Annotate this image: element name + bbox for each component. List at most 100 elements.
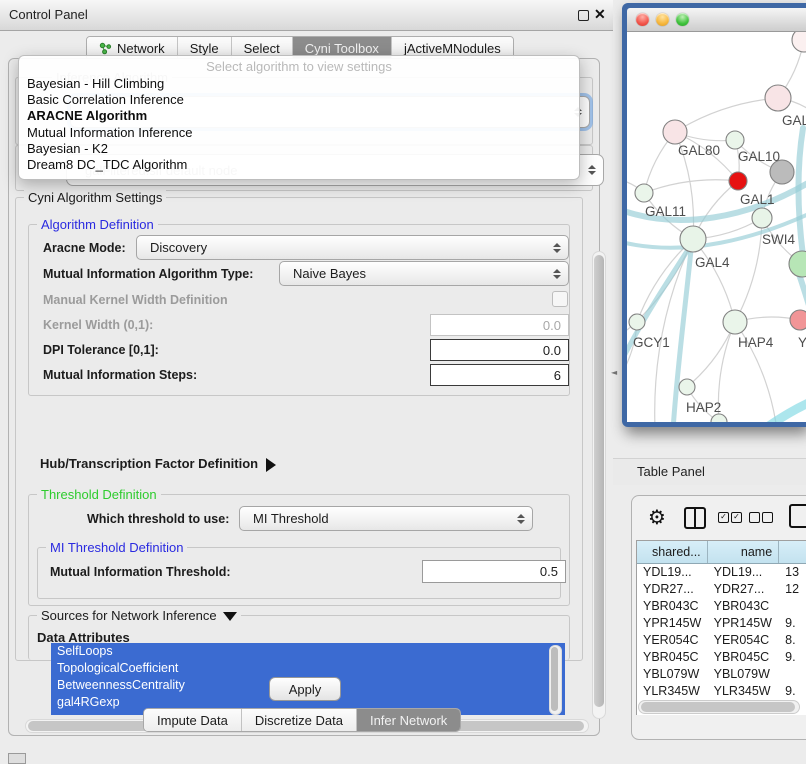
scrollbar-thumb[interactable] xyxy=(641,702,795,712)
dropdown-item[interactable]: Basic Correlation Inference xyxy=(19,92,579,108)
network-node-GAL[interactable] xyxy=(765,85,791,111)
mi-type-combo[interactable]: Naive Bayes xyxy=(279,261,569,286)
table-cell[interactable]: YLR345W xyxy=(637,683,708,700)
table-cell[interactable]: YPR145W xyxy=(637,615,708,632)
table-cell[interactable]: 8. xyxy=(779,632,806,649)
table-cell[interactable] xyxy=(779,666,806,683)
table-cell[interactable]: YBR043C xyxy=(708,598,780,615)
mi-threshold-field[interactable]: 0.5 xyxy=(422,560,566,583)
dropdown-item[interactable]: Dream8 DC_TDC Algorithm xyxy=(19,157,579,173)
table-row[interactable]: YBR045CYBR045C9. xyxy=(637,649,806,666)
float-window-icon[interactable] xyxy=(578,10,589,21)
dropdown-item[interactable]: Bayesian - K2 xyxy=(19,141,579,157)
gear-icon[interactable]: ⚙ xyxy=(648,505,666,529)
dropdown-item[interactable]: Bayesian - Hill Climbing xyxy=(19,76,579,92)
tab-impute-data[interactable]: Impute Data xyxy=(144,709,242,731)
mi-steps-field[interactable]: 6 xyxy=(430,364,569,386)
network-edge-highlighted[interactable] xyxy=(799,128,805,270)
table-cell[interactable]: YDL19... xyxy=(708,564,780,581)
network-node-GAL1[interactable] xyxy=(752,208,772,228)
table-horizontal-scrollbar[interactable] xyxy=(638,700,800,714)
network-node-GAL11[interactable] xyxy=(635,184,653,202)
table-cell[interactable]: YPR145W xyxy=(708,615,780,632)
table-cell[interactable] xyxy=(779,598,806,615)
column-header-partial[interactable] xyxy=(779,541,806,563)
network-node-SWI4[interactable] xyxy=(789,251,806,277)
network-edge-highlighted[interactable] xyxy=(673,250,691,422)
network-edge[interactable] xyxy=(675,98,778,132)
close-traffic-light[interactable] xyxy=(636,13,649,26)
table-cell[interactable]: 13 xyxy=(779,564,806,581)
table-cell[interactable]: YDL19... xyxy=(637,564,708,581)
minimize-traffic-light[interactable] xyxy=(656,13,669,26)
network-node-HAP2[interactable] xyxy=(679,379,695,395)
network-node-GCY1[interactable] xyxy=(629,314,645,330)
network-node[interactable] xyxy=(729,172,747,190)
tab-infer-network[interactable]: Infer Network xyxy=(357,709,460,731)
table-cell[interactable]: YER054C xyxy=(637,632,708,649)
table-row[interactable]: YBL079WYBL079W xyxy=(637,666,806,683)
table-cell[interactable]: 9. xyxy=(779,615,806,632)
table-cell[interactable]: YBL079W xyxy=(637,666,708,683)
close-window-icon[interactable]: ✕ xyxy=(594,6,606,23)
unchecked-checkbox-icon[interactable] xyxy=(762,512,773,523)
network-node[interactable] xyxy=(726,131,744,149)
kernel-width-field[interactable]: 0.0 xyxy=(430,314,569,336)
node-table[interactable]: shared... name YDL19...YDL19...13YDR27..… xyxy=(636,540,806,715)
network-node-GAL4[interactable] xyxy=(680,226,706,252)
table-cell[interactable]: YBL079W xyxy=(708,666,780,683)
scrollbar-thumb[interactable] xyxy=(594,255,604,707)
table-row[interactable]: YLR345WYLR345W9. xyxy=(637,683,806,700)
table-row[interactable]: YER054CYER054C8. xyxy=(637,632,806,649)
table-row[interactable]: YPR145WYPR145W9. xyxy=(637,615,806,632)
manual-kernel-checkbox[interactable] xyxy=(552,291,568,307)
network-node-Y[interactable] xyxy=(790,310,806,330)
minimized-icon[interactable] xyxy=(8,753,26,764)
network-canvas[interactable]: GALGAL80GAL10GAL11GAL1GAL4SWI4GCY1HAP4YH… xyxy=(627,32,806,422)
table-cell[interactable]: 9. xyxy=(779,649,806,666)
table-row[interactable]: YBR043CYBR043C xyxy=(637,598,806,615)
network-node[interactable] xyxy=(711,414,727,422)
list-item[interactable]: SelfLoops xyxy=(51,643,565,660)
unchecked-checkbox-icon[interactable] xyxy=(749,512,760,523)
network-window[interactable]: GALGAL80GAL10GAL11GAL1GAL4SWI4GCY1HAP4YH… xyxy=(622,3,806,427)
table-icon[interactable] xyxy=(789,504,806,528)
which-threshold-combo[interactable]: MI Threshold xyxy=(239,506,533,531)
network-edge-highlighted[interactable] xyxy=(763,400,806,422)
network-node[interactable] xyxy=(792,32,806,52)
settings-vertical-scrollbar[interactable] xyxy=(592,251,606,719)
dropdown-item[interactable]: Mutual Information Inference xyxy=(19,125,579,141)
dropdown-item[interactable]: ARACNE Algorithm xyxy=(19,108,579,124)
table-cell[interactable]: YBR045C xyxy=(708,649,780,666)
network-node-GAL80[interactable] xyxy=(663,120,687,144)
table-cell[interactable]: YER054C xyxy=(708,632,780,649)
table-row[interactable]: YDR27...YDR27...12 xyxy=(637,581,806,598)
checked-checkbox-icon[interactable]: ✓ xyxy=(718,512,729,523)
table-cell[interactable]: 9. xyxy=(779,683,806,700)
table-cell[interactable]: YDR27... xyxy=(708,581,780,598)
tab-discretize-data[interactable]: Discretize Data xyxy=(242,709,357,731)
network-window-titlebar[interactable] xyxy=(627,8,806,32)
aracne-mode-combo[interactable]: Discovery xyxy=(136,235,569,260)
table-cell[interactable]: 12 xyxy=(779,581,806,598)
scrollbar-thumb[interactable] xyxy=(551,647,558,711)
dpi-tolerance-field[interactable]: 0.0 xyxy=(430,339,569,361)
columns-icon[interactable] xyxy=(684,507,706,529)
column-header-name[interactable]: name xyxy=(708,541,780,563)
list-item[interactable]: TopologicalCoefficient xyxy=(51,660,565,677)
table-cell[interactable]: YBR043C xyxy=(637,598,708,615)
apply-button[interactable]: Apply xyxy=(269,677,341,701)
list-vertical-scrollbar[interactable] xyxy=(549,645,562,715)
hub-definition-toggle[interactable]: Hub/Transcription Factor Definition xyxy=(40,456,276,472)
checked-checkbox-icon[interactable]: ✓ xyxy=(731,512,742,523)
zoom-traffic-light[interactable] xyxy=(676,13,689,26)
table-cell[interactable]: YLR345W xyxy=(708,683,780,700)
table-cell[interactable]: YBR045C xyxy=(637,649,708,666)
network-node-HAP4[interactable] xyxy=(723,310,747,334)
column-header-shared[interactable]: shared... xyxy=(637,541,708,563)
network-edge[interactable] xyxy=(693,239,735,322)
table-cell[interactable]: YDR27... xyxy=(637,581,708,598)
splitter-grabber-icon[interactable]: ◄ xyxy=(611,368,617,377)
sources-toggle[interactable]: Sources for Network Inference xyxy=(37,608,241,623)
table-row[interactable]: YDL19...YDL19...13 xyxy=(637,564,806,581)
